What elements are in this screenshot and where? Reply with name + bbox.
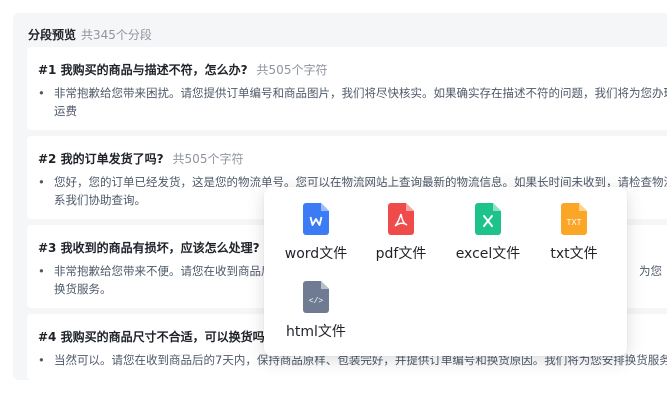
segment-char-count: 共505个字符 bbox=[172, 152, 244, 166]
bullet-dot: • bbox=[38, 353, 45, 367]
segment-question: #1 我购买的商品与描述不符，怎么办? bbox=[38, 63, 248, 77]
segment-preview-header: 分段预览 共345个分段 bbox=[28, 26, 152, 43]
segment-answer: • 非常抱歉给您带来困扰。请您提供订单编号和商品图片，我们将尽快核实。如果确实存… bbox=[38, 84, 667, 120]
segment-count: 共345个分段 bbox=[81, 28, 152, 42]
answer-line-tail: 为您 bbox=[639, 264, 662, 278]
bullet-dot: • bbox=[38, 175, 45, 189]
export-format-menu: word文件 pdf文件 excel文件 TXT txt文件 </> html文… bbox=[264, 187, 627, 356]
svg-text:</>: </> bbox=[309, 297, 324, 306]
segment-preview-title: 分段预览 bbox=[28, 28, 77, 42]
segment-title: #3 我收到的商品有损坏，应该怎么处理?共5 bbox=[38, 239, 288, 256]
export-txt-option[interactable]: TXT txt文件 bbox=[531, 203, 617, 263]
export-html-option[interactable]: </> html文件 bbox=[273, 281, 359, 341]
html-file-icon: </> bbox=[303, 281, 329, 313]
segment-card-1[interactable]: #1 我购买的商品与描述不符，怎么办? 共505个字符 • 非常抱歉给您带来困扰。… bbox=[27, 47, 667, 130]
segment-question: #3 我收到的商品有损坏，应该怎么处理? bbox=[38, 241, 260, 255]
bullet-dot: • bbox=[38, 86, 45, 100]
option-label: html文件 bbox=[286, 324, 346, 340]
segment-question: #2 我的订单发货了吗? bbox=[38, 152, 164, 166]
segment-title: #1 我购买的商品与描述不符，怎么办? 共505个字符 bbox=[38, 61, 327, 78]
export-word-option[interactable]: word文件 bbox=[273, 203, 359, 263]
answer-line: 非常抱歉给您带来困扰。请您提供订单编号和商品图片，我们将尽快核实。如果确实存在描… bbox=[54, 86, 667, 100]
option-label: txt文件 bbox=[550, 246, 598, 262]
segment-title: #2 我的订单发货了吗? 共505个字符 bbox=[38, 150, 243, 167]
excel-file-icon bbox=[475, 203, 501, 235]
segment-question: #4 我购买的商品尺寸不合适，可以换货吗? bbox=[38, 330, 272, 344]
word-file-icon bbox=[303, 203, 329, 235]
segment-title: #4 我购买的商品尺寸不合适，可以换货吗?共 bbox=[38, 328, 293, 345]
txt-file-icon: TXT bbox=[561, 203, 587, 235]
answer-line: 运费 bbox=[54, 104, 77, 118]
option-label: pdf文件 bbox=[375, 246, 427, 262]
svg-text:TXT: TXT bbox=[566, 218, 581, 227]
pdf-file-icon bbox=[388, 203, 414, 235]
export-excel-option[interactable]: excel文件 bbox=[445, 203, 531, 263]
segment-char-count: 共505个字符 bbox=[256, 63, 328, 77]
option-label: excel文件 bbox=[455, 246, 521, 262]
bullet-dot: • bbox=[38, 264, 45, 278]
option-label: word文件 bbox=[284, 246, 348, 262]
export-pdf-option[interactable]: pdf文件 bbox=[358, 203, 444, 263]
